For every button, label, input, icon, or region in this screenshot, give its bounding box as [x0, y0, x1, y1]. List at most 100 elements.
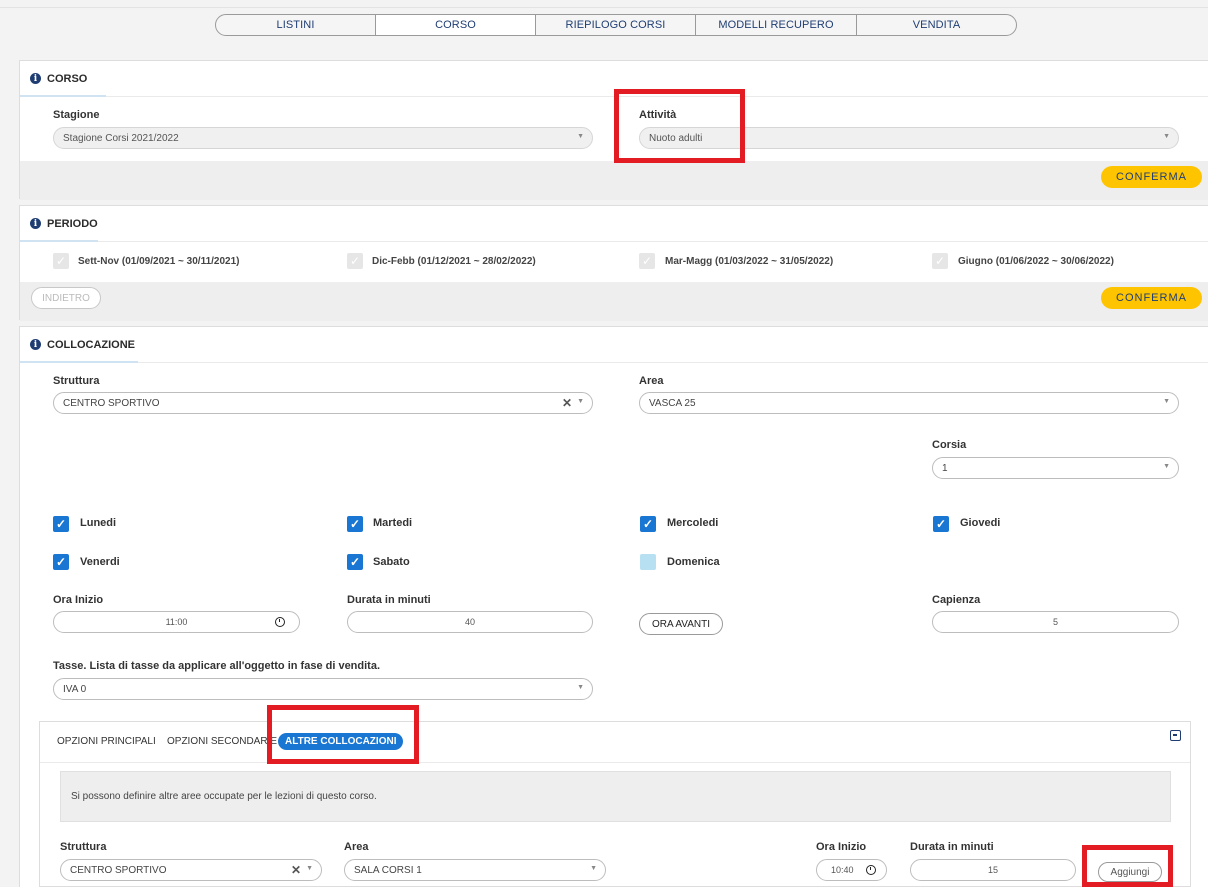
clock-icon [866, 865, 876, 875]
struttura-label: Struttura [53, 375, 100, 387]
period-label: Sett-Nov (01/09/2021 ~ 30/11/2021) [78, 256, 240, 267]
day-label-domenica: Domenica [667, 556, 720, 568]
notice-text: Si possono definire altre aree occupate … [71, 791, 377, 802]
inner-area-label: Area [344, 841, 369, 853]
chevron-down-icon: ▼ [577, 684, 584, 691]
checkbox-domenica[interactable] [640, 554, 656, 570]
clear-icon[interactable]: ✕ [562, 396, 572, 410]
periodo-panel: i PERIODO ✓ Sett-Nov (01/09/2021 ~ 30/11… [19, 205, 1208, 321]
checkbox-venerdi[interactable]: ✓ [53, 554, 69, 570]
ora-inizio-label: Ora Inizio [53, 594, 104, 606]
checkbox-sabato[interactable]: ✓ [347, 554, 363, 570]
struttura-value: CENTRO SPORTIVO [63, 397, 160, 409]
inner-ora-inizio-input[interactable]: 10:40 [816, 859, 887, 881]
highlight-box-altre-collocazioni [267, 705, 419, 764]
inner-struttura-select[interactable]: CENTRO SPORTIVO ✕ ▼ [60, 859, 322, 881]
periodo-title: PERIODO [47, 217, 98, 230]
tab-opzioni-principali[interactable]: OPZIONI PRINCIPALI [57, 736, 156, 747]
top-tab-bar: LISTINI CORSO RIEPILOGO CORSI MODELLI RE… [215, 14, 1017, 36]
period-checkbox[interactable]: ✓ [639, 253, 655, 269]
period-label: Mar-Magg (01/03/2022 ~ 31/05/2022) [665, 256, 834, 267]
tab-listini[interactable]: LISTINI [216, 15, 376, 35]
corso-footer: CONFERMA [20, 161, 1208, 200]
inner-ora-inizio-label: Ora Inizio [816, 841, 867, 853]
inner-area-select[interactable]: SALA CORSI 1 ▼ [344, 859, 606, 881]
highlight-box-aggiungi [1082, 845, 1173, 887]
checkbox-mercoledi[interactable]: ✓ [640, 516, 656, 532]
altre-collocazioni-panel: OPZIONI PRINCIPALI OPZIONI SECONDARIE AL… [39, 721, 1191, 887]
day-label-sabato: Sabato [373, 556, 410, 568]
chevron-down-icon: ▼ [577, 133, 584, 140]
inner-ora-inizio-value: 10:40 [831, 865, 854, 875]
inner-area-value: SALA CORSI 1 [354, 864, 422, 876]
day-label-mercoledi: Mercoledi [667, 517, 719, 529]
area-value: VASCA 25 [649, 397, 696, 409]
durata-input[interactable]: 40 [347, 611, 593, 633]
ora-avanti-button[interactable]: ORA AVANTI [639, 613, 723, 635]
capienza-value: 5 [1052, 617, 1058, 627]
checkbox-martedi[interactable]: ✓ [347, 516, 363, 532]
inner-struttura-value: CENTRO SPORTIVO [70, 864, 167, 876]
durata-value: 40 [464, 617, 475, 627]
chevron-down-icon: ▼ [1163, 463, 1170, 470]
period-checkbox[interactable]: ✓ [347, 253, 363, 269]
info-icon: i [30, 73, 41, 84]
inner-durata-input[interactable]: 15 [910, 859, 1076, 881]
period-checkbox[interactable]: ✓ [932, 253, 948, 269]
highlight-box-attivita [614, 89, 745, 163]
top-divider [0, 7, 1208, 8]
tasse-value: IVA 0 [63, 683, 87, 695]
struttura-select[interactable]: CENTRO SPORTIVO ✕ ▼ [53, 392, 593, 414]
chevron-down-icon: ▼ [590, 865, 597, 872]
stagione-select[interactable]: Stagione Corsi 2021/2022 ▼ [53, 127, 593, 149]
info-icon: i [30, 339, 41, 350]
header-underline [20, 95, 106, 97]
corsia-value: 1 [942, 462, 948, 474]
corsia-select[interactable]: 1 ▼ [932, 457, 1179, 479]
tasse-select[interactable]: IVA 0 ▼ [53, 678, 593, 700]
collocazione-header: i COLLOCAZIONE [20, 327, 1208, 363]
stagione-label: Stagione [53, 109, 100, 121]
durata-label: Durata in minuti [347, 594, 431, 606]
day-label-venerdi: Venerdi [80, 556, 120, 568]
period-checkbox[interactable]: ✓ [53, 253, 69, 269]
collocazione-title: COLLOCAZIONE [47, 338, 135, 351]
day-label-martedi: Martedi [373, 517, 413, 529]
capienza-input[interactable]: 5 [932, 611, 1179, 633]
periodo-footer: INDIETRO CONFERMA [20, 282, 1208, 321]
area-select[interactable]: VASCA 25 ▼ [639, 392, 1179, 414]
tab-divider [40, 762, 1190, 763]
corso-confirm-button[interactable]: CONFERMA [1101, 166, 1202, 188]
inner-durata-value: 15 [987, 865, 998, 875]
back-button[interactable]: INDIETRO [31, 287, 101, 309]
ora-inizio-value: 11:00 [165, 617, 188, 627]
chevron-down-icon: ▼ [1163, 133, 1170, 140]
corso-title: CORSO [47, 72, 88, 85]
inner-durata-label: Durata in minuti [910, 841, 994, 853]
chevron-down-icon: ▼ [1163, 398, 1170, 405]
area-label: Area [639, 375, 664, 387]
tab-opzioni-secondarie[interactable]: OPZIONI SECONDARIE [167, 736, 277, 747]
checkbox-giovedi[interactable]: ✓ [933, 516, 949, 532]
clock-icon [275, 617, 285, 627]
tab-riepilogo-corsi[interactable]: RIEPILOGO CORSI [536, 15, 696, 35]
day-label-lunedi: Lunedi [80, 517, 117, 529]
collapse-icon[interactable] [1170, 730, 1181, 741]
tab-vendita[interactable]: VENDITA [857, 15, 1016, 35]
checkbox-lunedi[interactable]: ✓ [53, 516, 69, 532]
notice-box: Si possono definire altre aree occupate … [60, 771, 1171, 822]
period-label: Giugno (01/06/2022 ~ 30/06/2022) [958, 256, 1114, 267]
period-label: Dic-Febb (01/12/2021 ~ 28/02/2022) [372, 256, 536, 267]
capienza-label: Capienza [932, 594, 981, 606]
ora-inizio-input[interactable]: 11:00 [53, 611, 300, 633]
clear-icon[interactable]: ✕ [291, 863, 301, 877]
tab-modelli-recupero[interactable]: MODELLI RECUPERO [696, 15, 857, 35]
stagione-value: Stagione Corsi 2021/2022 [63, 132, 179, 144]
day-label-giovedi: Giovedi [960, 517, 1001, 529]
header-underline [20, 240, 98, 242]
chevron-down-icon: ▼ [577, 398, 584, 405]
tab-corso[interactable]: CORSO [376, 15, 536, 35]
periodo-confirm-button[interactable]: CONFERMA [1101, 287, 1202, 309]
periodo-header: i PERIODO [20, 206, 1208, 242]
corsia-label: Corsia [932, 439, 967, 451]
